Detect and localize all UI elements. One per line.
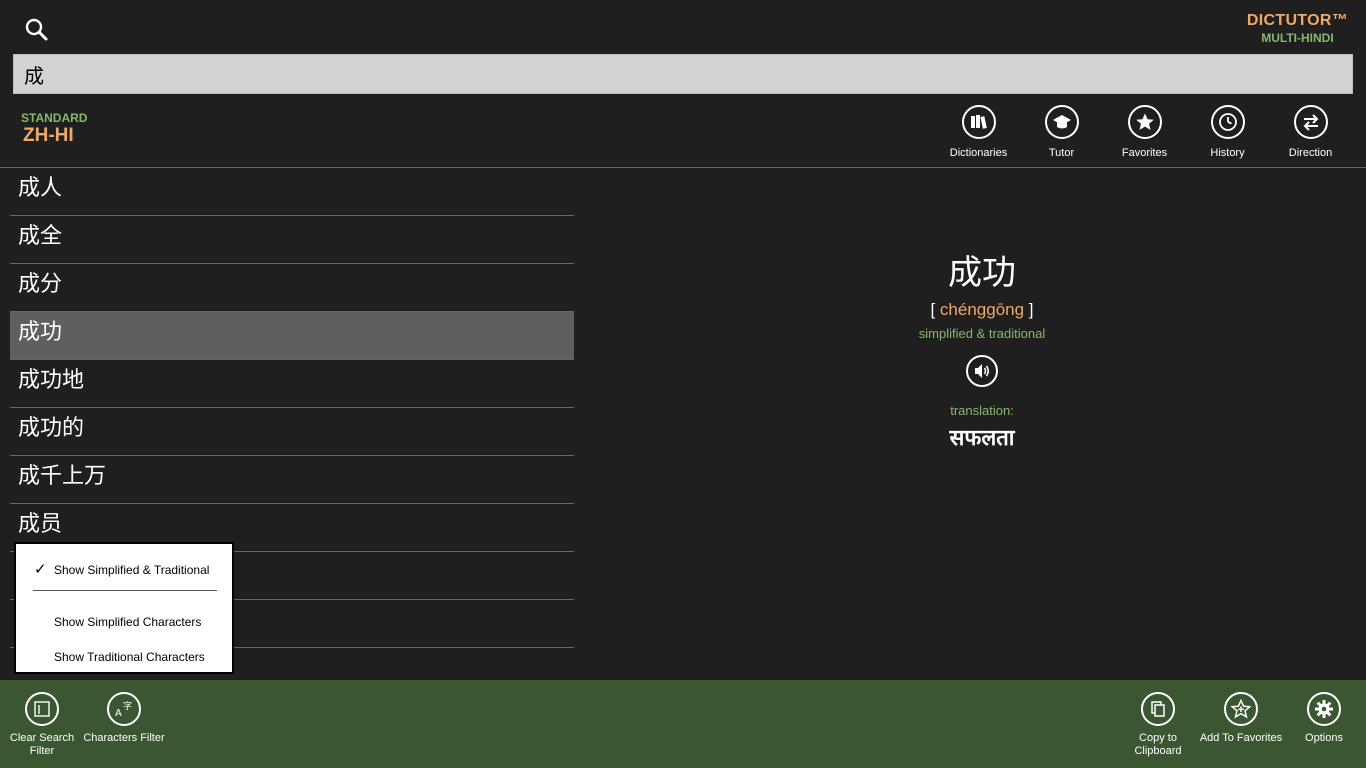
direction-button[interactable]: Direction xyxy=(1269,105,1352,160)
list-item-text: 成功地 xyxy=(18,368,85,393)
brand-logo: DICTUTOR™ MULTI-HINDI xyxy=(1247,12,1348,45)
menu-item-show-simplified[interactable]: Show Simplified Characters xyxy=(16,606,232,636)
list-item-text: 成功的 xyxy=(18,416,85,441)
star-icon xyxy=(1127,105,1162,139)
characters-filter-icon: A 字 xyxy=(107,692,141,726)
tutor-label: Tutor xyxy=(1048,147,1075,159)
bracket-open: [ xyxy=(930,300,936,319)
copy-to-clipboard-label: Copy to Clipboard xyxy=(1134,732,1182,757)
add-to-favorites-button[interactable]: Add To Favorites xyxy=(1199,692,1283,745)
list-item[interactable]: 成人 xyxy=(10,168,574,216)
detail-pinyin-line: [ chénggōng ] xyxy=(800,300,1164,320)
history-button[interactable]: History xyxy=(1186,105,1269,160)
graduation-cap-icon xyxy=(1044,105,1079,139)
list-item-text: 成功 xyxy=(18,320,63,345)
direction-label: Direction xyxy=(1288,147,1333,159)
list-item[interactable]: 成全 xyxy=(10,216,574,264)
dictionaries-label: Dictionaries xyxy=(949,147,1008,159)
add-to-favorites-label: Add To Favorites xyxy=(1199,732,1283,744)
characters-filter-button[interactable]: A 字 Characters Filter xyxy=(82,692,166,745)
list-item-text: 成千上万 xyxy=(18,464,107,489)
options-button[interactable]: Options xyxy=(1282,692,1366,745)
translation-text: सफलता xyxy=(949,426,1015,451)
books-icon xyxy=(961,105,996,139)
checkmark-icon: ✓ xyxy=(34,561,47,578)
app-window: DICTUTOR™ MULTI-HINDI STANDARD ZH-HI Dic… xyxy=(0,0,1366,768)
word-detail: 成功 [ chénggōng ] simplified & traditiona… xyxy=(800,245,1164,452)
brand-title: DICTUTOR™ xyxy=(1246,12,1348,29)
list-item[interactable]: 成功地 xyxy=(10,360,574,408)
menu-separator xyxy=(33,590,217,591)
detail-pinyin: chénggōng xyxy=(939,300,1025,319)
speaker-icon[interactable] xyxy=(966,355,998,387)
detail-character-type: simplified & traditional xyxy=(918,326,1046,341)
menu-item-label: Show Simplified & Traditional xyxy=(54,563,210,577)
search-input[interactable] xyxy=(14,55,1352,93)
dictionary-indicator: STANDARD ZH-HI xyxy=(21,111,87,147)
search-icon[interactable] xyxy=(22,15,52,45)
list-item-text: 成全 xyxy=(18,224,63,249)
characters-filter-menu: ✓ Show Simplified & Traditional Show Sim… xyxy=(14,542,234,674)
swap-arrows-icon xyxy=(1293,105,1328,139)
dictionaries-button[interactable]: Dictionaries xyxy=(937,105,1020,160)
copy-icon xyxy=(1141,692,1175,726)
list-item-selected[interactable]: 成功 xyxy=(10,312,574,360)
detail-word: 成功 xyxy=(948,253,1016,293)
star-add-icon xyxy=(1224,692,1258,726)
options-label: Options xyxy=(1305,732,1343,744)
brand-subtitle: MULTI-HINDI xyxy=(1261,31,1334,45)
search-box[interactable] xyxy=(13,54,1353,94)
list-item[interactable]: 成分 xyxy=(10,264,574,312)
list-item-text: 成员 xyxy=(18,512,63,537)
tutor-button[interactable]: Tutor xyxy=(1020,105,1103,160)
menu-item-show-simplified-traditional[interactable]: ✓ Show Simplified & Traditional xyxy=(16,554,232,584)
clear-search-filter-label: Clear Search Filter xyxy=(9,732,75,757)
bottom-app-bar: Clear Search Filter A 字 Characters Filte… xyxy=(0,680,1366,768)
svg-text:字: 字 xyxy=(123,700,132,712)
list-item-text: 成人 xyxy=(18,176,63,201)
bracket-close: ] xyxy=(1028,300,1034,319)
dictionary-code: ZH-HI xyxy=(23,125,74,146)
svg-text:A: A xyxy=(115,708,122,719)
menu-item-show-traditional[interactable]: Show Traditional Characters xyxy=(16,641,232,671)
list-item[interactable]: 成千上万 xyxy=(10,456,574,504)
translation-label: translation: xyxy=(950,403,1014,418)
list-item[interactable]: 成功的 xyxy=(10,408,574,456)
clock-icon xyxy=(1210,105,1245,139)
copy-to-clipboard-button[interactable]: Copy to Clipboard xyxy=(1116,692,1200,758)
gear-icon xyxy=(1307,692,1341,726)
menu-item-label: Show Simplified Characters xyxy=(54,615,202,629)
clear-filter-icon xyxy=(25,692,59,726)
characters-filter-label: Characters Filter xyxy=(83,732,165,744)
clear-search-filter-button[interactable]: Clear Search Filter xyxy=(0,692,84,758)
top-actions: Dictionaries Tutor Favorites History Dir… xyxy=(937,105,1352,160)
dictionary-standard-label: STANDARD xyxy=(21,111,88,125)
favorites-button[interactable]: Favorites xyxy=(1103,105,1186,160)
history-label: History xyxy=(1210,147,1245,159)
favorites-label: Favorites xyxy=(1121,147,1168,159)
menu-item-label: Show Traditional Characters xyxy=(54,650,205,664)
list-item-text: 成分 xyxy=(18,272,63,297)
